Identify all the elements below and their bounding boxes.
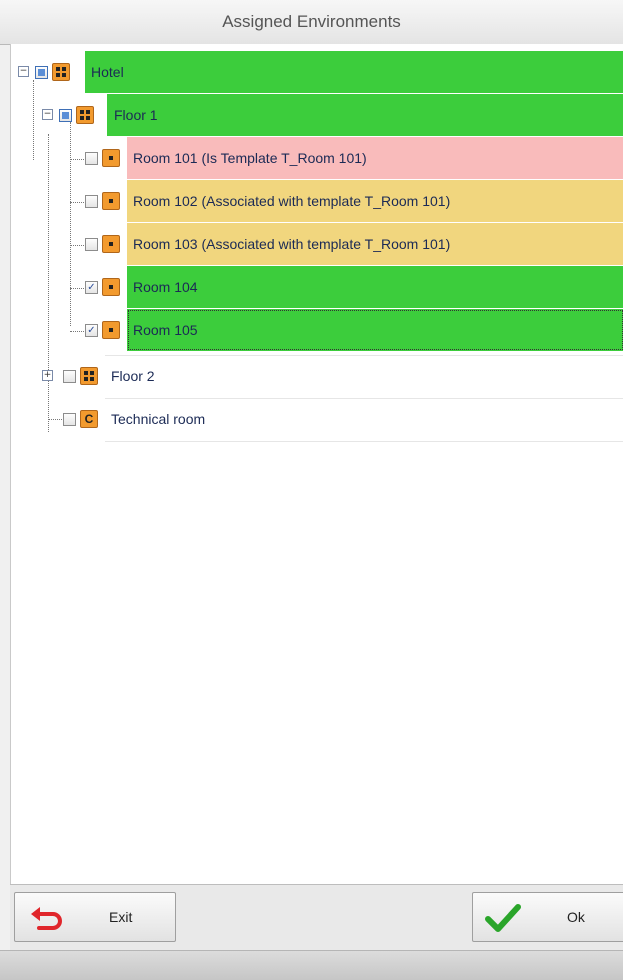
window-title: Assigned Environments [0,0,623,45]
tree-node-label: Hotel [91,64,124,80]
ok-button-label: Ok [567,909,585,925]
room-icon [102,192,120,210]
grid-icon [80,367,98,385]
room-checkbox[interactable] [85,238,98,251]
room-checkbox[interactable] [85,195,98,208]
tree-node-floor-1[interactable]: − Floor 1 [11,94,623,136]
collapse-icon[interactable]: − [18,66,29,77]
tree-node-technical-room[interactable]: C Technical room [11,398,623,442]
category-c-icon: C [80,410,98,428]
room-icon [102,149,120,167]
expand-icon[interactable]: + [42,370,53,381]
exit-button[interactable]: Exit [14,892,176,942]
floor-1-checkbox[interactable] [59,109,72,122]
tree-node-label: Room 102 (Associated with template T_Roo… [133,193,451,209]
tree-node-label: Technical room [111,411,206,427]
tree-node-label: Floor 1 [114,107,158,123]
room-checkbox[interactable]: ✓ [85,324,98,337]
tree-node-room-104[interactable]: ✓ Room 104 [11,266,623,308]
tree-node-label: Floor 2 [111,368,155,384]
grid-icon [52,63,70,81]
exit-button-label: Exit [109,909,133,925]
tree-node-room-102[interactable]: Room 102 (Associated with template T_Roo… [11,180,623,222]
tree-node-label: Room 103 (Associated with template T_Roo… [133,236,451,252]
room-checkbox[interactable]: ✓ [85,281,98,294]
tree-node-room-105[interactable]: ✓ Room 105 [11,309,623,351]
checkmark-icon [485,904,521,932]
grid-icon [76,106,94,124]
collapse-icon[interactable]: − [42,109,53,120]
room-icon [102,278,120,296]
button-bar: Exit Ok [10,884,623,951]
tree-node-label: Room 104 [133,279,198,295]
room-checkbox[interactable] [85,152,98,165]
environment-tree[interactable]: − Hotel − Floor 1 Room 101 (Is Template … [10,44,623,884]
tree-node-label: Room 105 [133,322,198,338]
tree-node-floor-2[interactable]: + Floor 2 [11,355,623,399]
room-icon [102,321,120,339]
tree-node-room-101[interactable]: Room 101 (Is Template T_Room 101) [11,137,623,179]
technical-room-checkbox[interactable] [63,413,76,426]
ok-button[interactable]: Ok [472,892,623,942]
undo-arrow-icon [31,907,62,930]
room-icon [102,235,120,253]
status-bar [0,950,623,980]
floor-2-checkbox[interactable] [63,370,76,383]
assigned-environments-window: Assigned Environments − Hotel − Floor 1 [0,0,623,980]
tree-node-label: Room 101 (Is Template T_Room 101) [133,150,367,166]
tree-node-room-103[interactable]: Room 103 (Associated with template T_Roo… [11,223,623,265]
hotel-checkbox[interactable] [35,66,48,79]
tree-node-hotel[interactable]: − Hotel [11,51,623,93]
